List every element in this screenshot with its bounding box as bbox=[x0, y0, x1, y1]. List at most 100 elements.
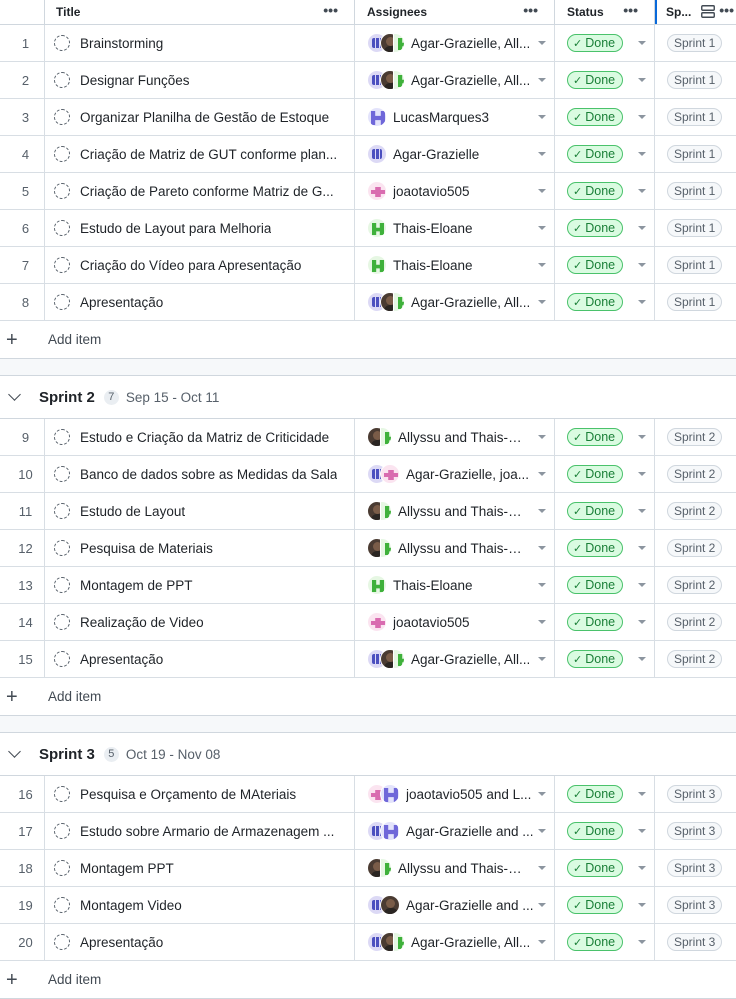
add-item-row[interactable]: + Add item bbox=[0, 678, 736, 716]
status-badge[interactable]: ✓ Done bbox=[567, 502, 624, 520]
assignees-cell[interactable]: Allyssu and Thais-El... bbox=[355, 419, 555, 455]
status-cell[interactable]: ✓ Done bbox=[555, 136, 655, 172]
status-badge[interactable]: ✓ Done bbox=[567, 428, 624, 446]
add-item-button[interactable]: Add item bbox=[48, 689, 101, 704]
add-item-row[interactable]: + Add item bbox=[0, 321, 736, 359]
title-cell[interactable]: Organizar Planilha de Gestão de Estoque bbox=[45, 99, 355, 135]
title-cell[interactable]: Pesquisa e Orçamento de MAteriais bbox=[45, 776, 355, 812]
table-row[interactable]: 18 Montagem PPT Allyssu and Thais-El... ✓ Do… bbox=[0, 850, 736, 887]
add-item-row[interactable]: + Add item bbox=[0, 961, 736, 999]
item-title[interactable]: Pesquisa e Orçamento de MAteriais bbox=[80, 787, 296, 802]
item-title[interactable]: Organizar Planilha de Gestão de Estoque bbox=[80, 110, 329, 125]
sprint-badge[interactable]: Sprint 1 bbox=[667, 219, 723, 237]
title-cell[interactable]: Montagem Video bbox=[45, 887, 355, 923]
caret-down-icon[interactable] bbox=[638, 189, 646, 193]
caret-down-icon[interactable] bbox=[638, 226, 646, 230]
assignees-cell[interactable]: Thais-Eloane bbox=[355, 247, 555, 283]
caret-down-icon[interactable] bbox=[638, 546, 646, 550]
item-title[interactable]: Apresentação bbox=[80, 295, 163, 310]
caret-down-icon[interactable] bbox=[538, 472, 546, 476]
item-title[interactable]: Apresentação bbox=[80, 652, 163, 667]
assignees-cell[interactable]: joaotavio505 bbox=[355, 604, 555, 640]
assignees-cell[interactable]: joaotavio505 and L... bbox=[355, 776, 555, 812]
sprint-cell[interactable]: Sprint 3 bbox=[655, 776, 736, 812]
add-item-button[interactable]: Add item bbox=[48, 972, 101, 987]
sprint-badge[interactable]: Sprint 2 bbox=[667, 576, 723, 594]
status-badge[interactable]: ✓ Done bbox=[567, 219, 624, 237]
caret-down-icon[interactable] bbox=[638, 41, 646, 45]
assignees-cell[interactable]: Agar-Grazielle and ... bbox=[355, 813, 555, 849]
table-row[interactable]: 20 Apresentação Agar-Grazielle, All... ✓ Don… bbox=[0, 924, 736, 961]
title-cell[interactable]: Estudo de Layout para Melhoria bbox=[45, 210, 355, 246]
item-title[interactable]: Criação do Vídeo para Apresentação bbox=[80, 258, 301, 273]
assignees-cell[interactable]: Thais-Eloane bbox=[355, 567, 555, 603]
status-cell[interactable]: ✓ Done bbox=[555, 25, 655, 61]
status-cell[interactable]: ✓ Done bbox=[555, 887, 655, 923]
chevron-down-icon[interactable] bbox=[8, 388, 21, 401]
item-title[interactable]: Estudo sobre Armario de Armazenagem ... bbox=[80, 824, 334, 839]
status-badge[interactable]: ✓ Done bbox=[567, 71, 624, 89]
item-title[interactable]: Estudo e Criação da Matriz de Criticidad… bbox=[80, 430, 329, 445]
caret-down-icon[interactable] bbox=[638, 940, 646, 944]
caret-down-icon[interactable] bbox=[638, 78, 646, 82]
sprint-badge[interactable]: Sprint 2 bbox=[667, 428, 723, 446]
sprint-badge[interactable]: Sprint 1 bbox=[667, 182, 723, 200]
caret-down-icon[interactable] bbox=[538, 509, 546, 513]
item-title[interactable]: Montagem de PPT bbox=[80, 578, 193, 593]
status-cell[interactable]: ✓ Done bbox=[555, 776, 655, 812]
status-badge[interactable]: ✓ Done bbox=[567, 933, 624, 951]
sprint-badge[interactable]: Sprint 2 bbox=[667, 539, 723, 557]
status-badge[interactable]: ✓ Done bbox=[567, 465, 624, 483]
assignees-cell[interactable]: Agar-Grazielle, All... bbox=[355, 924, 555, 960]
status-cell[interactable]: ✓ Done bbox=[555, 567, 655, 603]
status-cell[interactable]: ✓ Done bbox=[555, 173, 655, 209]
kebab-horizontal-icon[interactable]: ••• bbox=[719, 3, 734, 17]
caret-down-icon[interactable] bbox=[538, 583, 546, 587]
sprint-cell[interactable]: Sprint 2 bbox=[655, 456, 736, 492]
caret-down-icon[interactable] bbox=[538, 226, 546, 230]
status-badge[interactable]: ✓ Done bbox=[567, 256, 624, 274]
caret-down-icon[interactable] bbox=[638, 509, 646, 513]
table-row[interactable]: 1 Brainstorming Agar-Grazielle, All... ✓ Don… bbox=[0, 25, 736, 62]
sprint-cell[interactable]: Sprint 1 bbox=[655, 210, 736, 246]
caret-down-icon[interactable] bbox=[638, 152, 646, 156]
table-row[interactable]: 12 Pesquisa de Materiais Allyssu and Thais… bbox=[0, 530, 736, 567]
title-cell[interactable]: Criação de Matriz de GUT conforme plan..… bbox=[45, 136, 355, 172]
caret-down-icon[interactable] bbox=[538, 263, 546, 267]
chevron-down-icon[interactable] bbox=[8, 745, 21, 758]
sprint-cell[interactable]: Sprint 1 bbox=[655, 136, 736, 172]
item-title[interactable]: Montagem PPT bbox=[80, 861, 174, 876]
status-badge[interactable]: ✓ Done bbox=[567, 145, 624, 163]
caret-down-icon[interactable] bbox=[638, 115, 646, 119]
sprint-cell[interactable]: Sprint 2 bbox=[655, 530, 736, 566]
caret-down-icon[interactable] bbox=[538, 866, 546, 870]
item-title[interactable]: Criação de Matriz de GUT conforme plan..… bbox=[80, 147, 337, 162]
group-header[interactable]: Sprint 3 5 Oct 19 - Nov 08 bbox=[0, 732, 736, 776]
caret-down-icon[interactable] bbox=[538, 435, 546, 439]
sprint-cell[interactable]: Sprint 3 bbox=[655, 924, 736, 960]
sprint-cell[interactable]: Sprint 2 bbox=[655, 493, 736, 529]
table-row[interactable]: 11 Estudo de Layout Allyssu and Thais-El..… bbox=[0, 493, 736, 530]
title-cell[interactable]: Designar Funções bbox=[45, 62, 355, 98]
table-row[interactable]: 9 Estudo e Criação da Matriz de Criticida… bbox=[0, 419, 736, 456]
item-title[interactable]: Realização de Video bbox=[80, 615, 204, 630]
sprint-cell[interactable]: Sprint 3 bbox=[655, 850, 736, 886]
status-cell[interactable]: ✓ Done bbox=[555, 604, 655, 640]
item-title[interactable]: Estudo de Layout bbox=[80, 504, 185, 519]
assignees-cell[interactable]: Allyssu and Thais-El... bbox=[355, 850, 555, 886]
assignees-cell[interactable]: Agar-Grazielle, All... bbox=[355, 62, 555, 98]
status-badge[interactable]: ✓ Done bbox=[567, 896, 624, 914]
item-title[interactable]: Brainstorming bbox=[80, 36, 163, 51]
item-title[interactable]: Pesquisa de Materiais bbox=[80, 541, 213, 556]
title-cell[interactable]: Apresentação bbox=[45, 284, 355, 320]
table-row[interactable]: 19 Montagem Video Agar-Grazielle and ... ✓ D… bbox=[0, 887, 736, 924]
table-row[interactable]: 5 Criação de Pareto conforme Matriz de G.… bbox=[0, 173, 736, 210]
group-header[interactable]: Sprint 2 7 Sep 15 - Oct 11 bbox=[0, 375, 736, 419]
caret-down-icon[interactable] bbox=[638, 583, 646, 587]
item-title[interactable]: Banco de dados sobre as Medidas da Sala bbox=[80, 467, 337, 482]
status-cell[interactable]: ✓ Done bbox=[555, 284, 655, 320]
sprint-badge[interactable]: Sprint 3 bbox=[667, 933, 723, 951]
add-item-button[interactable]: Add item bbox=[48, 332, 101, 347]
caret-down-icon[interactable] bbox=[538, 940, 546, 944]
table-row[interactable]: 2 Designar Funções Agar-Grazielle, All... ✓… bbox=[0, 62, 736, 99]
